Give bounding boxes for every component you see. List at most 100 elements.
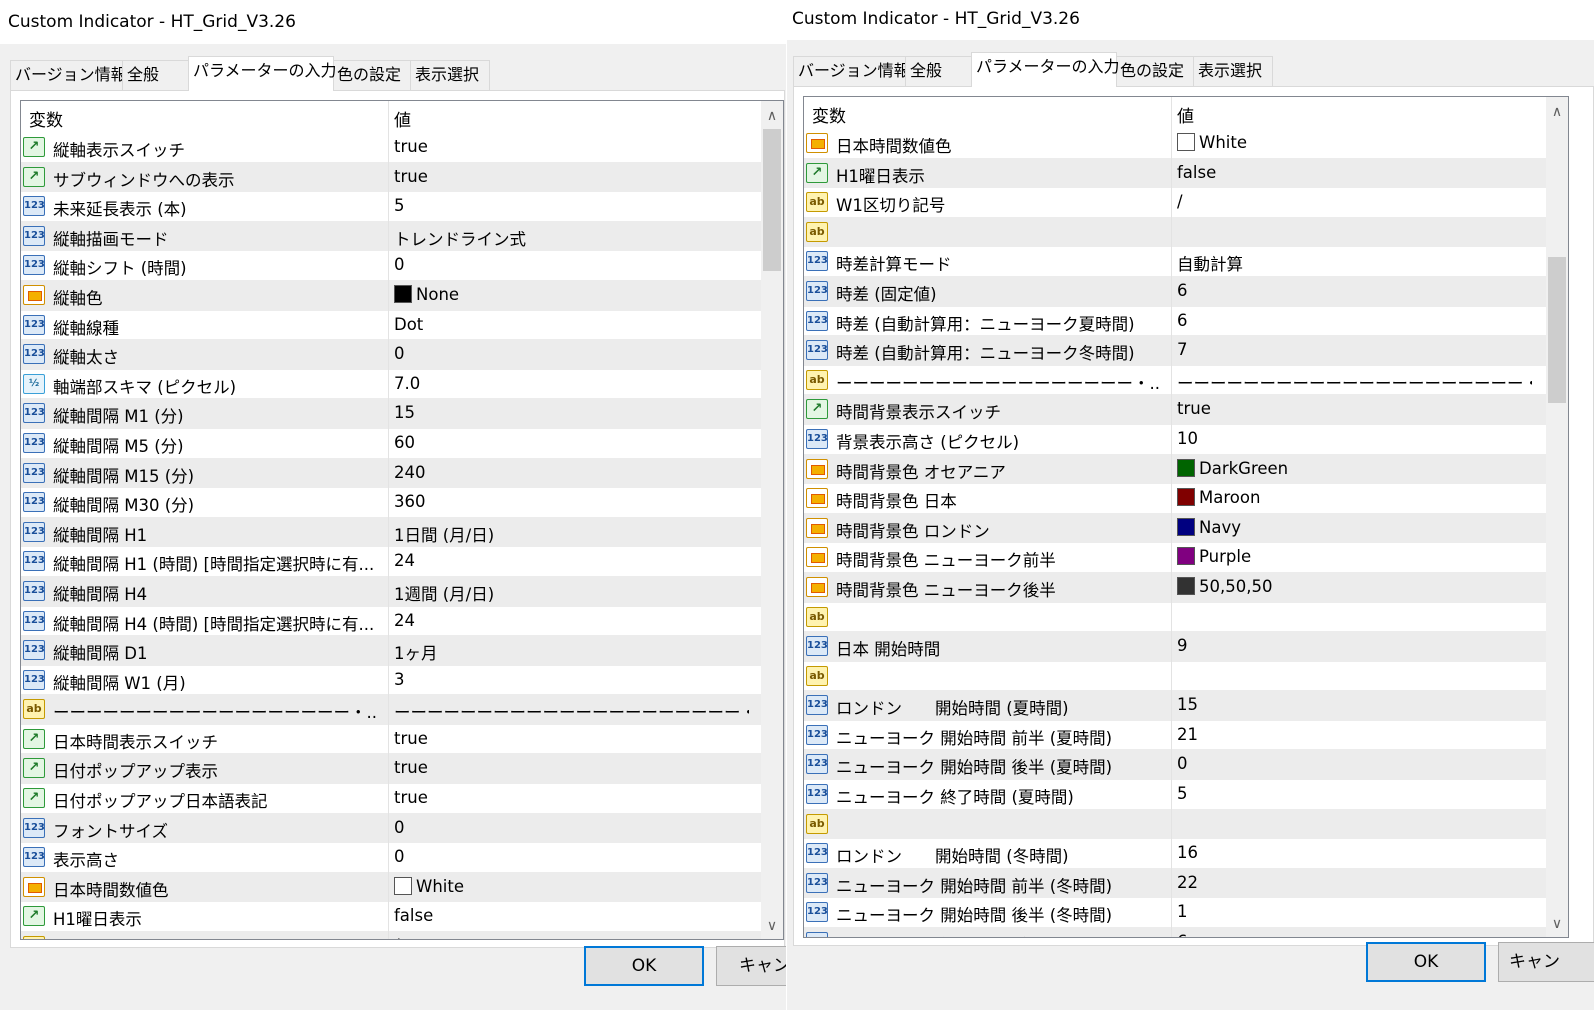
column-header-variable[interactable]: 変数 xyxy=(812,102,846,127)
table-row[interactable]: 123 縦軸間隔 M15 (分) 240 xyxy=(21,458,761,489)
table-row[interactable]: ab xyxy=(804,603,1546,633)
parameter-value[interactable]: true xyxy=(394,788,749,807)
cancel-button[interactable]: キャン xyxy=(1498,942,1594,982)
table-row[interactable]: 123 縦軸間隔 H4 1週間 (月/日) xyxy=(21,576,761,607)
table-row[interactable]: 123 縦軸間隔 D1 1ヶ月 xyxy=(21,636,761,666)
parameter-value[interactable]: 7 xyxy=(1177,340,1532,359)
table-row[interactable]: 123 フォントサイズ 0 xyxy=(21,813,761,844)
table-row[interactable]: 日本時間数値色 White xyxy=(21,872,761,903)
parameter-value[interactable]: true xyxy=(1177,399,1532,418)
table-row[interactable]: 123 背景表示高さ (ピクセル) 10 xyxy=(804,425,1546,455)
parameter-value[interactable]: None xyxy=(394,284,749,304)
parameter-value[interactable]: true xyxy=(394,758,749,777)
parameter-value[interactable]: true xyxy=(394,137,749,156)
column-header-value[interactable]: 値 xyxy=(394,106,411,131)
scroll-thumb[interactable] xyxy=(1548,257,1566,403)
table-row[interactable]: 123 縦軸間隔 M30 (分) 360 xyxy=(21,488,761,518)
parameter-value[interactable]: 5 xyxy=(1177,784,1532,803)
table-row[interactable]: 123 時差計算モード 自動計算 xyxy=(804,247,1546,277)
parameter-value[interactable]: 3 xyxy=(394,670,749,689)
table-row[interactable]: ↗ 日付ポップアップ表示 true xyxy=(21,754,761,785)
table-row[interactable]: 123 表示高さ 0 xyxy=(21,843,761,873)
table-row[interactable]: 123 未来延長表示 (本) 5 xyxy=(21,192,761,222)
table-row[interactable]: 123 ニューヨーク 開始時間 後半 (夏時間) 0 xyxy=(804,750,1546,781)
table-row[interactable]: 123 日本 開始時間 9 xyxy=(804,632,1546,662)
parameter-value[interactable]: 1 xyxy=(1177,902,1532,921)
tab-0[interactable]: バージョン情報 xyxy=(793,56,910,86)
table-row[interactable]: 123 ニューヨーク 開始時間 前半 (冬時間) 22 xyxy=(804,868,1546,899)
parameter-value[interactable]: White xyxy=(1177,133,1532,152)
column-divider[interactable] xyxy=(388,101,389,939)
table-row[interactable]: 時間背景色 オセアニア DarkGreen xyxy=(804,454,1546,485)
table-row[interactable]: ab ーーーーーーーーーーーーーーーーーー・.. ーーーーーーーーーーーーーーーーー… xyxy=(21,695,761,725)
tab-2[interactable]: パラメーターの入力 xyxy=(971,52,1120,87)
parameter-value[interactable]: 6 xyxy=(1177,311,1532,330)
parameter-value[interactable]: 360 xyxy=(394,492,749,511)
tab-3[interactable]: 色の設定 xyxy=(332,60,412,90)
scroll-thumb[interactable] xyxy=(763,129,781,271)
parameter-value[interactable]: 21 xyxy=(1177,725,1532,744)
table-row[interactable]: 123 縦軸間隔 H1 (時間) [時間指定選択時に有... 24 xyxy=(21,547,761,577)
table-row[interactable]: ↗ H1曜日表示 false xyxy=(21,902,761,933)
parameter-value[interactable]: false xyxy=(394,906,749,925)
table-row[interactable]: 123 ロンドン 開始時間 (冬時間) 16 xyxy=(804,839,1546,869)
table-row[interactable]: 123 ニューヨーク 開始時間 後半 (冬時間) 1 xyxy=(804,898,1546,929)
table-row[interactable]: ab xyxy=(804,662,1546,692)
table-row[interactable]: ↗ 日付ポップアップ日本語表記 true xyxy=(21,784,761,814)
scroll-down-icon[interactable]: ∨ xyxy=(1546,913,1568,935)
table-row[interactable]: ab xyxy=(804,809,1546,840)
table-row[interactable]: 123 縦軸間隔 M5 (分) 60 xyxy=(21,429,761,459)
tab-2[interactable]: パラメーターの入力 xyxy=(188,56,337,91)
parameter-value[interactable]: 0 xyxy=(394,847,749,866)
table-row[interactable]: ↗ 日本時間表示スイッチ true xyxy=(21,725,761,755)
table-row[interactable]: 123 縦軸シフト (時間) 0 xyxy=(21,251,761,281)
table-row[interactable]: ½ 軸端部スキマ (ピクセル) 7.0 xyxy=(21,370,761,400)
parameter-value[interactable]: 1週間 (月/日) xyxy=(394,581,749,605)
table-row[interactable]: ↗ サブウィンドウへの表示 true xyxy=(21,162,761,193)
table-row[interactable]: 日本時間数値色 White xyxy=(804,129,1546,159)
parameter-value[interactable]: 6 xyxy=(1177,932,1532,937)
table-row[interactable]: 123 ニューヨーク 終了時間 (夏時間) 5 xyxy=(804,780,1546,810)
table-row[interactable]: 123 時差 (自動計算用：ニューヨーク夏時間) 6 xyxy=(804,307,1546,337)
parameter-value[interactable]: トレンドライン式 xyxy=(394,226,749,250)
parameter-value[interactable]: White xyxy=(394,876,749,896)
column-header-value[interactable]: 値 xyxy=(1177,102,1194,127)
parameter-value[interactable]: Purple xyxy=(1177,547,1532,566)
table-row[interactable]: 123 縦軸線種 Dot xyxy=(21,311,761,341)
ok-button[interactable]: OK xyxy=(1366,942,1486,982)
parameter-value[interactable]: Navy xyxy=(1177,517,1532,537)
table-row[interactable]: ↗ H1曜日表示 false xyxy=(804,158,1546,189)
table-row[interactable]: 123 時差 (自動計算用：ニューヨーク冬時間) 7 xyxy=(804,336,1546,366)
table-row[interactable]: 縦軸色 None xyxy=(21,280,761,311)
parameter-value[interactable]: 1ヶ月 xyxy=(394,640,749,664)
table-row[interactable]: 123 縦軸間隔 W1 (月) 3 xyxy=(21,666,761,696)
table-row[interactable]: 123 時差 (固定値) 6 xyxy=(804,276,1546,307)
parameter-value[interactable]: ーーーーーーーーーーーーーーーーーーーーー・.. xyxy=(1177,370,1532,394)
tab-1[interactable]: 全般 xyxy=(122,60,190,90)
parameter-value[interactable]: 22 xyxy=(1177,873,1532,892)
table-row[interactable]: 時間背景色 ニューヨーク後半 50,50,50 xyxy=(804,572,1546,603)
ok-button[interactable]: OK xyxy=(584,946,704,986)
parameter-value[interactable]: 1日間 (月/日) xyxy=(394,522,749,546)
table-row[interactable]: ab xyxy=(804,217,1546,248)
scroll-up-icon[interactable]: ∧ xyxy=(1546,101,1568,123)
parameter-value[interactable]: ーーーーーーーーーーーーーーーーーーーーー・.. xyxy=(394,699,749,723)
table-row[interactable]: ↗ 時間背景表示スイッチ true xyxy=(804,395,1546,425)
table-row[interactable]: 時間背景色 ロンドン Navy xyxy=(804,513,1546,544)
parameter-value[interactable]: / xyxy=(1177,192,1532,211)
table-row[interactable]: 時間背景色 ニューヨーク前半 Purple xyxy=(804,543,1546,573)
parameter-value[interactable]: 15 xyxy=(394,403,749,422)
parameter-value[interactable]: 24 xyxy=(394,611,749,630)
table-row[interactable]: 123 縦軸描画モード トレンドライン式 xyxy=(21,221,761,252)
parameter-value[interactable]: 5 xyxy=(394,196,749,215)
parameter-value[interactable]: true xyxy=(394,729,749,748)
table-row[interactable]: 123 ニューヨーク 開始時間 前半 (夏時間) 21 xyxy=(804,721,1546,751)
vertical-scrollbar[interactable]: ∧ ∨ xyxy=(761,101,783,939)
parameter-value[interactable]: 7.0 xyxy=(394,374,749,393)
parameter-value[interactable]: 15 xyxy=(1177,695,1532,714)
parameter-value[interactable]: 0 xyxy=(394,344,749,363)
table-row[interactable]: ab W1区切り記号 / xyxy=(804,188,1546,218)
table-row[interactable]: 123 縦軸間隔 H4 (時間) [時間指定選択時に有... 24 xyxy=(21,607,761,637)
parameter-value[interactable]: 16 xyxy=(1177,843,1532,862)
tab-4[interactable]: 表示選択 xyxy=(410,60,490,90)
